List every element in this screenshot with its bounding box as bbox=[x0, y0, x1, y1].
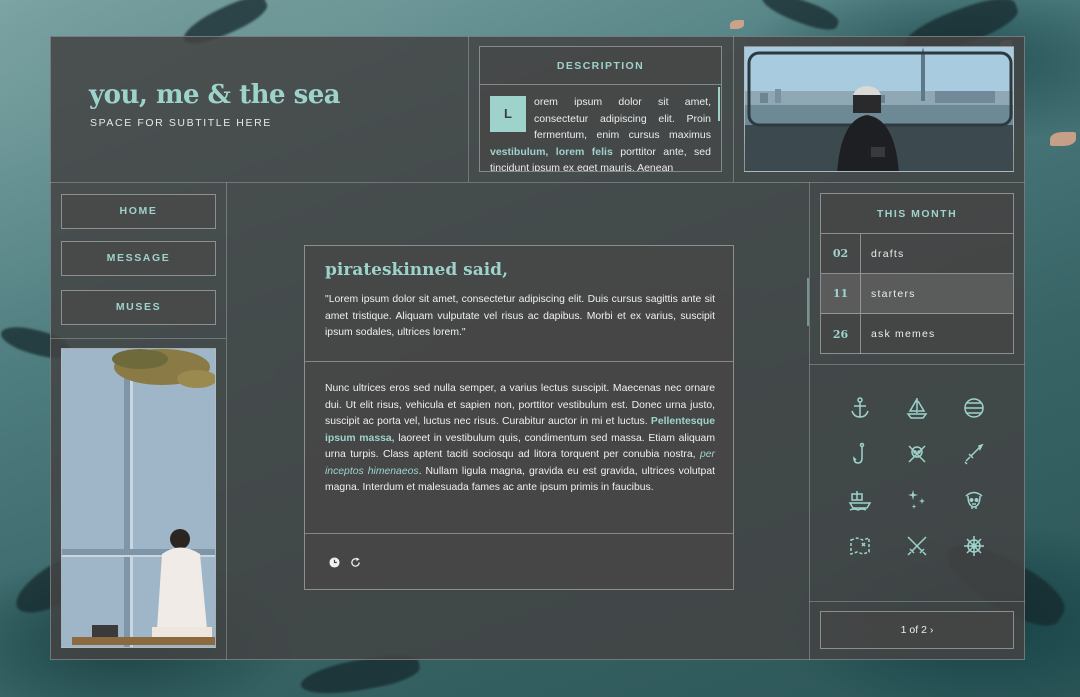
description-box[interactable]: DESCRIPTION Lorem ipsum dolor sit amet, … bbox=[479, 46, 722, 172]
month-count: 11 bbox=[821, 274, 861, 313]
this-month-box: THIS MONTH 02 drafts 11 starters 26 ask … bbox=[820, 193, 1014, 354]
month-row-drafts[interactable]: 02 drafts bbox=[821, 234, 1013, 274]
blog-subtitle: SPACE FOR SUBTITLE HERE bbox=[90, 117, 272, 129]
description-dropcap: L bbox=[490, 96, 526, 132]
sidebar-photo bbox=[61, 348, 216, 648]
description-text-part: orem ipsum dolor sit amet, consectetur a… bbox=[534, 96, 711, 141]
this-month-heading: THIS MONTH bbox=[821, 194, 1013, 234]
post-divider bbox=[305, 533, 733, 534]
divider bbox=[50, 338, 226, 339]
blog-title[interactable]: you, me & the sea bbox=[89, 80, 341, 110]
divider bbox=[809, 601, 1025, 602]
description-scrollbar[interactable] bbox=[718, 87, 720, 121]
post-meta bbox=[329, 555, 361, 573]
treasure-map-icon[interactable] bbox=[832, 534, 889, 562]
globe-icon[interactable] bbox=[945, 396, 1002, 424]
pirate-ship-icon[interactable] bbox=[832, 488, 889, 516]
post-divider bbox=[305, 361, 733, 362]
reblog-icon[interactable] bbox=[350, 555, 361, 573]
skull-crossbones-icon[interactable] bbox=[889, 442, 946, 470]
post-body: Nunc ultrices eros sed nulla semper, a v… bbox=[325, 381, 715, 497]
divider bbox=[468, 36, 469, 182]
header-divider bbox=[50, 182, 1025, 183]
divider bbox=[809, 182, 810, 660]
description-text: Lorem ipsum dolor sit amet, consectetur … bbox=[480, 85, 721, 171]
divider bbox=[226, 182, 227, 660]
description-heading: DESCRIPTION bbox=[480, 47, 721, 85]
nav-muses[interactable]: MUSES bbox=[61, 290, 216, 325]
icon-link-grid bbox=[832, 396, 1002, 562]
month-label: drafts bbox=[871, 247, 905, 260]
sword-icon[interactable] bbox=[945, 442, 1002, 470]
crossed-swords-icon[interactable] bbox=[889, 534, 946, 562]
divider bbox=[809, 364, 1025, 365]
pirate-skull-icon[interactable] bbox=[945, 488, 1002, 516]
anchor-icon[interactable] bbox=[832, 396, 889, 424]
month-count: 26 bbox=[821, 314, 861, 354]
divider bbox=[733, 36, 734, 182]
post-author[interactable]: pirateskinned said, bbox=[325, 260, 508, 280]
clock-icon[interactable] bbox=[329, 555, 340, 573]
pagination-button[interactable]: 1 of 2 › bbox=[820, 611, 1014, 649]
sailboat-icon[interactable] bbox=[889, 396, 946, 424]
scroll-indicator bbox=[807, 278, 809, 326]
month-label: starters bbox=[871, 287, 916, 300]
fishhook-icon[interactable] bbox=[832, 442, 889, 470]
nav-home[interactable]: HOME bbox=[61, 194, 216, 229]
header-photo bbox=[744, 46, 1014, 172]
description-highlight: vestibulum, lorem felis bbox=[490, 145, 613, 158]
month-row-ask-memes[interactable]: 26 ask memes bbox=[821, 314, 1013, 354]
month-label: ask memes bbox=[871, 328, 936, 340]
post-card: pirateskinned said, "Lorem ipsum dolor s… bbox=[304, 245, 734, 590]
sparkles-icon[interactable] bbox=[889, 488, 946, 516]
ship-wheel-icon[interactable] bbox=[945, 534, 1002, 562]
nav-message[interactable]: MESSAGE bbox=[61, 241, 216, 276]
month-row-starters[interactable]: 11 starters bbox=[821, 274, 1013, 314]
post-quote: "Lorem ipsum dolor sit amet, consectetur… bbox=[325, 294, 715, 338]
month-count: 02 bbox=[821, 234, 861, 273]
